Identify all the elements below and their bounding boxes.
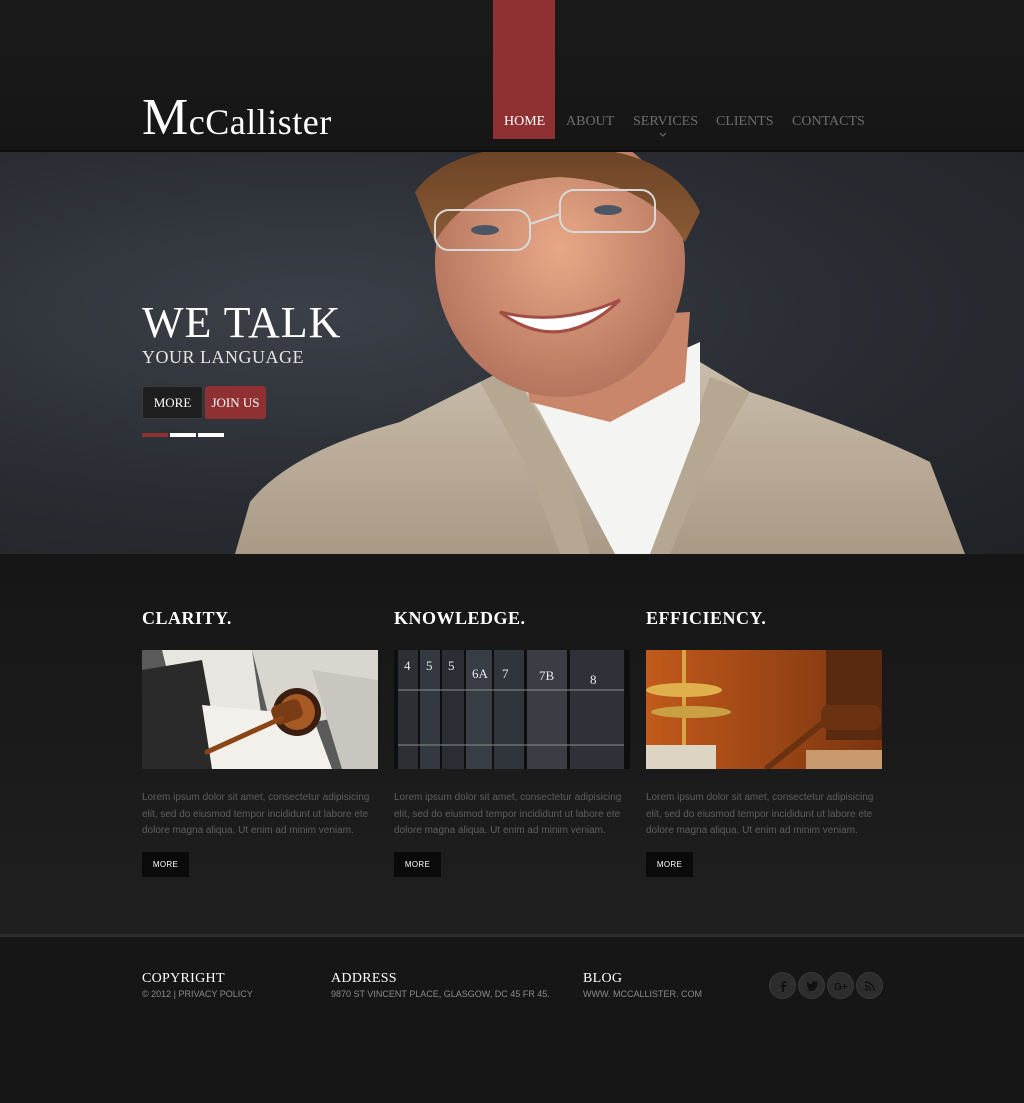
blog-link[interactable]: WWW. MCCALLISTER. COM bbox=[583, 989, 702, 999]
feature-more-button[interactable]: MORE bbox=[394, 852, 441, 877]
feature-title: CLARITY. bbox=[142, 608, 232, 628]
svg-text:6A: 6A bbox=[472, 666, 489, 681]
slide-dot-2[interactable] bbox=[170, 433, 196, 437]
address-text: 9870 ST VINCENT PLACE, GLASGOW, DC 45 FR… bbox=[331, 989, 550, 999]
features-section: CLARITY. Lorem ipsum dolor sit amet, con… bbox=[0, 554, 1024, 934]
footer-copyright: COPYRIGHT © 2012 | PRIVACY POLICY bbox=[142, 971, 253, 999]
footer-blog-line: WWW. MCCALLISTER. COM bbox=[583, 989, 702, 999]
main-nav: HOME ABOUT SERVICES CLIENTS CONTACTS bbox=[0, 114, 1024, 138]
feature-description: Lorem ipsum dolor sit amet, consectetur … bbox=[646, 792, 874, 836]
chevron-down-icon[interactable] bbox=[659, 132, 667, 138]
footer-copyright-heading: COPYRIGHT bbox=[142, 971, 225, 986]
slide-dot-1[interactable] bbox=[142, 433, 168, 437]
svg-text:7: 7 bbox=[502, 666, 509, 681]
feature-more-button[interactable]: MORE bbox=[142, 852, 189, 877]
nav-services[interactable]: SERVICES bbox=[633, 114, 698, 130]
google-plus-icon[interactable]: G+ bbox=[827, 972, 854, 999]
footer-copyright-line: © 2012 | PRIVACY POLICY bbox=[142, 989, 253, 999]
site-header: McCallister HOME ABOUT SERVICES CLIENTS … bbox=[0, 0, 1024, 152]
feature-image-scales-gavel bbox=[646, 650, 882, 769]
svg-text:5: 5 bbox=[426, 658, 433, 673]
nav-clients[interactable]: CLIENTS bbox=[716, 114, 774, 130]
hero-more-button[interactable]: MORE bbox=[142, 386, 203, 419]
svg-text:4: 4 bbox=[404, 658, 411, 673]
footer-address-heading: ADDRESS bbox=[331, 971, 397, 986]
feature-image-book-spines: 455 6A 7 7B 8 bbox=[394, 650, 630, 769]
svg-text:G+: G+ bbox=[834, 982, 848, 991]
hero-subtitle: YOUR LANGUAGE bbox=[142, 347, 304, 367]
footer-blog-heading: BLOG bbox=[583, 971, 623, 986]
feature-title: KNOWLEDGE. bbox=[394, 608, 526, 628]
feature-description: Lorem ipsum dolor sit amet, consectetur … bbox=[394, 792, 622, 836]
nav-about[interactable]: ABOUT bbox=[566, 114, 614, 130]
hero-portrait-image bbox=[235, 152, 965, 554]
rss-icon[interactable] bbox=[856, 972, 883, 999]
twitter-icon[interactable] bbox=[798, 972, 825, 999]
slide-dot-3[interactable] bbox=[198, 433, 224, 437]
feature-title: EFFICIENCY. bbox=[646, 608, 767, 628]
svg-text:7B: 7B bbox=[539, 668, 555, 683]
privacy-policy-link[interactable]: PRIVACY POLICY bbox=[179, 989, 253, 999]
feature-description: Lorem ipsum dolor sit amet, consectetur … bbox=[142, 792, 370, 836]
copyright-text: © 2012 | bbox=[142, 989, 176, 999]
hero-banner: WE TALK YOUR LANGUAGE MORE JOIN US bbox=[0, 152, 1024, 554]
join-us-button[interactable]: JOIN US bbox=[205, 386, 266, 419]
feature-image-books-gavel bbox=[142, 650, 378, 769]
svg-text:5: 5 bbox=[448, 658, 455, 673]
nav-contacts[interactable]: CONTACTS bbox=[792, 114, 865, 130]
footer-blog: BLOG WWW. MCCALLISTER. COM bbox=[583, 971, 702, 999]
footer-address: ADDRESS 9870 ST VINCENT PLACE, GLASGOW, … bbox=[331, 971, 550, 999]
feature-more-button[interactable]: MORE bbox=[646, 852, 693, 877]
facebook-icon[interactable] bbox=[769, 972, 796, 999]
site-footer: COPYRIGHT © 2012 | PRIVACY POLICY ADDRES… bbox=[0, 934, 1024, 1103]
nav-home[interactable]: HOME bbox=[504, 114, 545, 130]
svg-text:8: 8 bbox=[590, 672, 597, 687]
hero-title: WE TALK bbox=[142, 298, 342, 347]
